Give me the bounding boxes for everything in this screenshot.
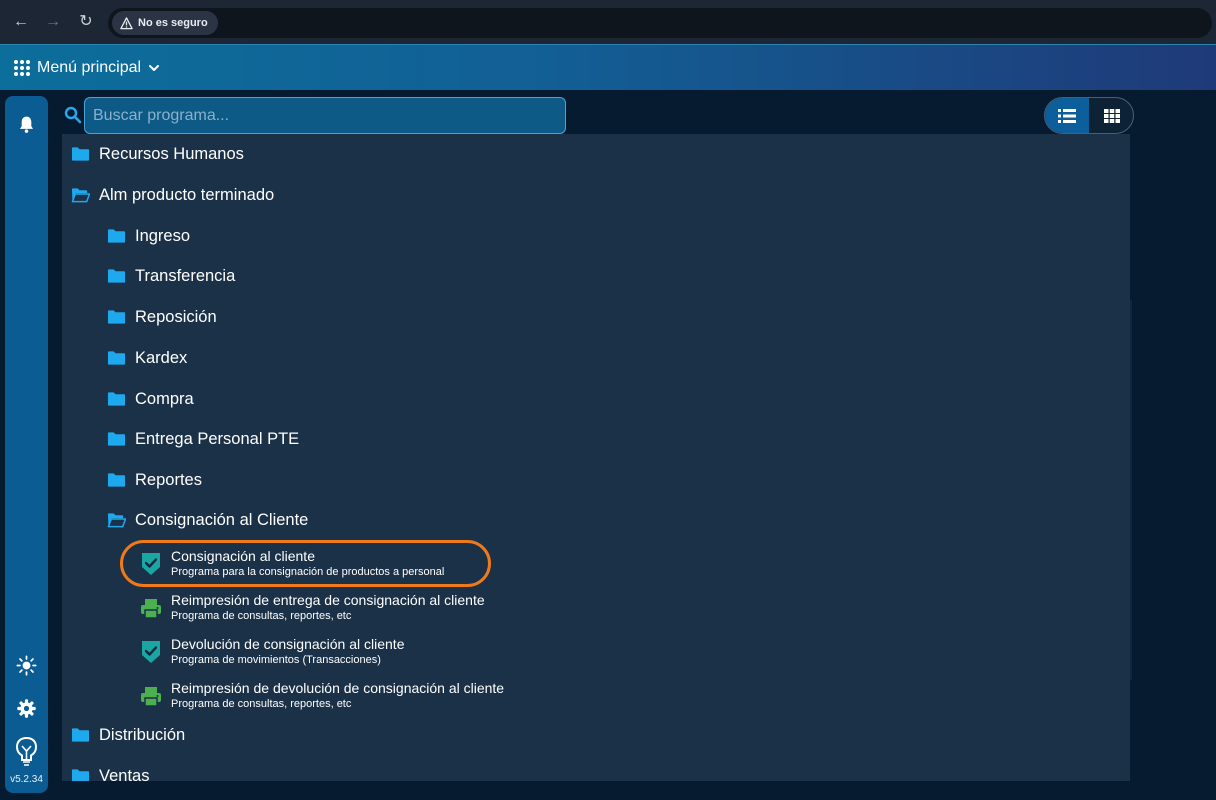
folder-ingreso[interactable]: Ingreso <box>107 224 190 248</box>
app-header: Menú principal <box>0 44 1216 90</box>
folder-open-icon <box>107 513 126 528</box>
folder-label: Ingreso <box>135 226 191 245</box>
main-menu-button[interactable]: Menú principal <box>14 55 160 81</box>
folder-icon <box>107 310 126 324</box>
list-view-icon <box>1058 108 1076 123</box>
security-chip[interactable]: No es seguro <box>112 11 218 35</box>
search-input[interactable] <box>84 97 566 134</box>
program-description: Programa de consultas, reportes, etc <box>171 698 352 710</box>
folder-label: Recursos Humanos <box>99 144 244 163</box>
folder-distribucion[interactable]: Distribución <box>71 723 185 747</box>
folder-reposicion[interactable]: Reposición <box>107 305 217 329</box>
version-label: v5.2.34 <box>10 774 43 785</box>
folder-recursos-humanos[interactable]: Recursos Humanos <box>71 142 244 166</box>
folder-label: Transferencia <box>135 266 236 285</box>
folder-icon <box>107 269 126 283</box>
list-view-button[interactable] <box>1045 98 1089 133</box>
folder-kardex[interactable]: Kardex <box>107 346 187 370</box>
folder-icon <box>71 769 90 781</box>
folder-icon <box>71 147 90 161</box>
folder-consignacion-al-cliente[interactable]: Consignación al Cliente <box>107 508 308 532</box>
folder-label: Ventas <box>99 766 150 782</box>
folder-ventas[interactable]: Ventas <box>71 764 149 781</box>
folder-icon <box>107 473 126 487</box>
shield-check-icon <box>142 641 160 663</box>
address-bar[interactable]: No es seguro <box>108 8 1212 38</box>
folder-label: Compra <box>135 389 194 408</box>
folder-transferencia[interactable]: Transferencia <box>107 264 235 288</box>
printer-icon <box>141 599 161 619</box>
folder-alm-producto-terminado[interactable]: Alm producto terminado <box>71 183 274 207</box>
folder-label: Reportes <box>135 470 202 489</box>
folder-label: Distribución <box>99 725 186 744</box>
folder-open-icon <box>71 188 90 203</box>
bell-icon[interactable] <box>16 114 37 135</box>
folder-label: Consignación al Cliente <box>135 510 309 529</box>
folder-icon <box>107 392 126 406</box>
gear-icon[interactable] <box>16 698 37 719</box>
apps-grid-icon <box>14 60 30 76</box>
folder-label: Reposición <box>135 307 217 326</box>
main-menu-label: Menú principal <box>37 59 142 76</box>
folder-icon <box>107 432 126 446</box>
folder-label: Entrega Personal PTE <box>135 429 300 448</box>
search-icon <box>64 106 82 124</box>
forward-arrow-icon[interactable]: → <box>43 12 63 32</box>
side-rail: v5.2.34 <box>5 96 48 793</box>
folder-icon <box>107 229 126 243</box>
reload-icon[interactable]: ↻ <box>76 12 96 32</box>
folder-reportes[interactable]: Reportes <box>107 468 202 492</box>
program-title: Devolución de consignación al cliente <box>171 636 405 652</box>
view-toggle <box>1044 97 1134 134</box>
folder-label: Kardex <box>135 348 188 367</box>
folder-icon <box>71 728 90 742</box>
program-description: Programa de movimientos (Transacciones) <box>171 654 381 666</box>
grid-view-icon <box>1104 108 1120 123</box>
security-label: No es seguro <box>138 17 208 29</box>
warning-icon <box>120 16 133 29</box>
browser-toolbar: ← → ↻ No es seguro <box>0 0 1216 44</box>
brand-logo-icon <box>15 736 38 766</box>
program-description: Programa de consultas, reportes, etc <box>171 610 352 622</box>
chevron-down-icon <box>149 65 160 71</box>
folder-label: Alm producto terminado <box>99 185 275 204</box>
program-title: Reimpresión de devolución de consignació… <box>171 680 505 696</box>
sun-icon[interactable] <box>16 655 37 676</box>
program-tree: Recursos Humanos Alm producto terminado … <box>62 134 1130 781</box>
back-arrow-icon[interactable]: ← <box>11 12 31 32</box>
scrollbar[interactable] <box>1130 300 1132 680</box>
printer-icon <box>141 687 161 707</box>
grid-view-button[interactable] <box>1090 98 1133 133</box>
folder-compra[interactable]: Compra <box>107 387 194 411</box>
folder-entrega-personal-pte[interactable]: Entrega Personal PTE <box>107 427 299 451</box>
folder-icon <box>107 351 126 365</box>
program-title: Reimpresión de entrega de consignación a… <box>171 592 485 608</box>
highlight-ring <box>120 540 491 587</box>
